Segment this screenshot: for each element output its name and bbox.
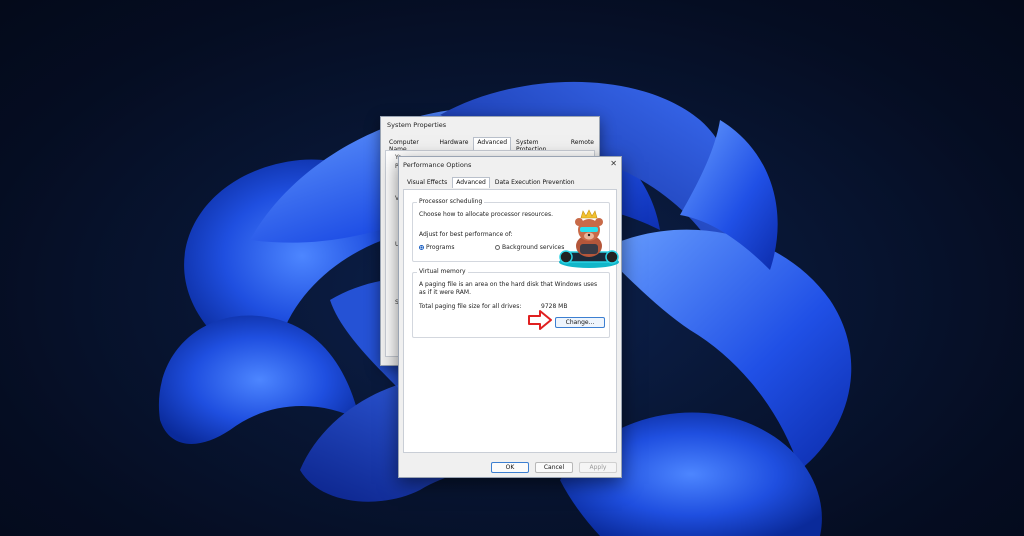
virtual-memory-description: A paging file is an area on the hard dis… [419,281,598,296]
total-paging-file-label: Total paging file size for all drives: [419,303,522,310]
close-icon[interactable]: ✕ [610,159,617,168]
change-button[interactable]: Change... [555,317,605,328]
tab-data-execution-prevention[interactable]: Data Execution Prevention [491,177,579,188]
red-arrow-icon [528,310,552,330]
apply-button[interactable]: Apply [579,462,617,473]
ok-button[interactable]: OK [491,462,529,473]
virtual-memory-legend: Virtual memory [417,268,468,275]
performance-options-title: Performance Options [403,161,472,169]
radio-programs[interactable]: Programs [419,244,454,251]
tab-visual-effects[interactable]: Visual Effects [403,177,451,188]
radio-unselected-icon [495,245,500,250]
processor-scheduling-legend: Processor scheduling [417,198,485,205]
radio-selected-icon [419,245,424,250]
processor-scheduling-description: Choose how to allocate processor resourc… [419,211,553,218]
bear-mascot-icon [559,209,619,268]
tab-advanced[interactable]: Advanced [452,177,490,188]
cancel-button[interactable]: Cancel [535,462,573,473]
radio-programs-label: Programs [426,244,455,251]
performance-options-dialog: Performance Options ✕ Visual Effects Adv… [398,156,622,478]
virtual-memory-group: Virtual memory A paging file is an area … [412,268,610,338]
system-properties-title: System Properties [387,121,447,129]
performance-options-tabs: Visual Effects Advanced Data Execution P… [403,177,580,188]
adjust-performance-label: Adjust for best performance of: [419,231,513,238]
